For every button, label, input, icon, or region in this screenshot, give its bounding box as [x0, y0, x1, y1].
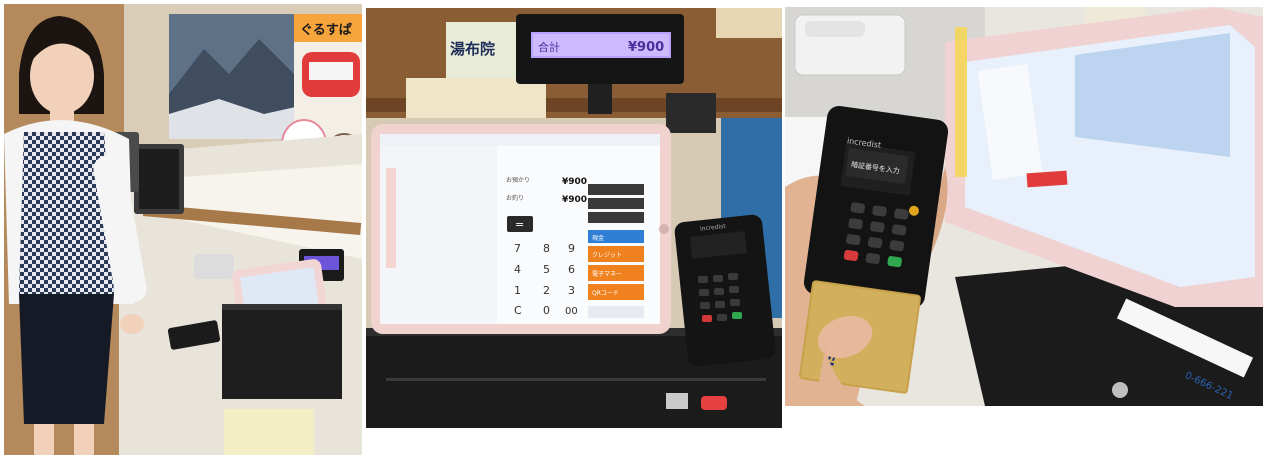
keypad-key[interactable]: 5	[543, 263, 550, 276]
payment-button[interactable]: 電子マネー	[588, 265, 644, 281]
keypad-key[interactable]: 9	[568, 242, 575, 255]
keypad-key[interactable]: C	[514, 304, 522, 317]
sign-text: ぐるすぱ	[300, 22, 352, 38]
shelf-sign: 湯布院	[450, 40, 495, 58]
keypad-key[interactable]: 2	[543, 284, 550, 297]
payment-button-label: QRコード	[592, 290, 619, 297]
photo-pos-register: 湯布院 合計 ¥900 お預かり ¥900 お釣り ¥900 = 7 8 9 4…	[366, 8, 782, 428]
card-reader: incredist	[674, 214, 776, 367]
keypad-key[interactable]: 6	[568, 263, 575, 276]
payment-button[interactable]: 現金	[588, 230, 644, 243]
keypad-key[interactable]: 0	[543, 304, 550, 317]
row-label: お預かり	[506, 176, 530, 184]
keypad-key[interactable]: 4	[514, 263, 521, 276]
keypad-key[interactable]: 7	[514, 242, 521, 255]
equals-key-label: =	[515, 218, 524, 231]
keypad-key[interactable]: 1	[514, 284, 521, 297]
payment-button[interactable]: クレジット	[588, 246, 644, 262]
pole-display-label: 合計	[538, 40, 560, 54]
photo-card-payment: 0-666-221 incredist 暗証番号を入力 VISA	[785, 7, 1263, 406]
keypad-key[interactable]: 3	[568, 284, 575, 297]
payment-button-label: 電子マネー	[592, 271, 622, 278]
row-value: ¥900	[562, 195, 587, 205]
row-label: お釣り	[506, 194, 524, 202]
row-value: ¥900	[562, 177, 587, 187]
payment-button[interactable]: QRコード	[588, 284, 644, 300]
pole-display-amount: ¥900	[628, 40, 664, 55]
payment-button-label: 現金	[592, 234, 604, 242]
payment-button-label: クレジット	[592, 252, 622, 259]
photo-staff-at-counter: ぐるすぱ	[4, 4, 362, 455]
keypad-key[interactable]: 8	[543, 242, 550, 255]
keypad-key[interactable]: 00	[565, 306, 578, 317]
pos-tablet: お預かり ¥900 お釣り ¥900 = 7 8 9 4 5 6 1 2 3 C	[371, 124, 671, 334]
